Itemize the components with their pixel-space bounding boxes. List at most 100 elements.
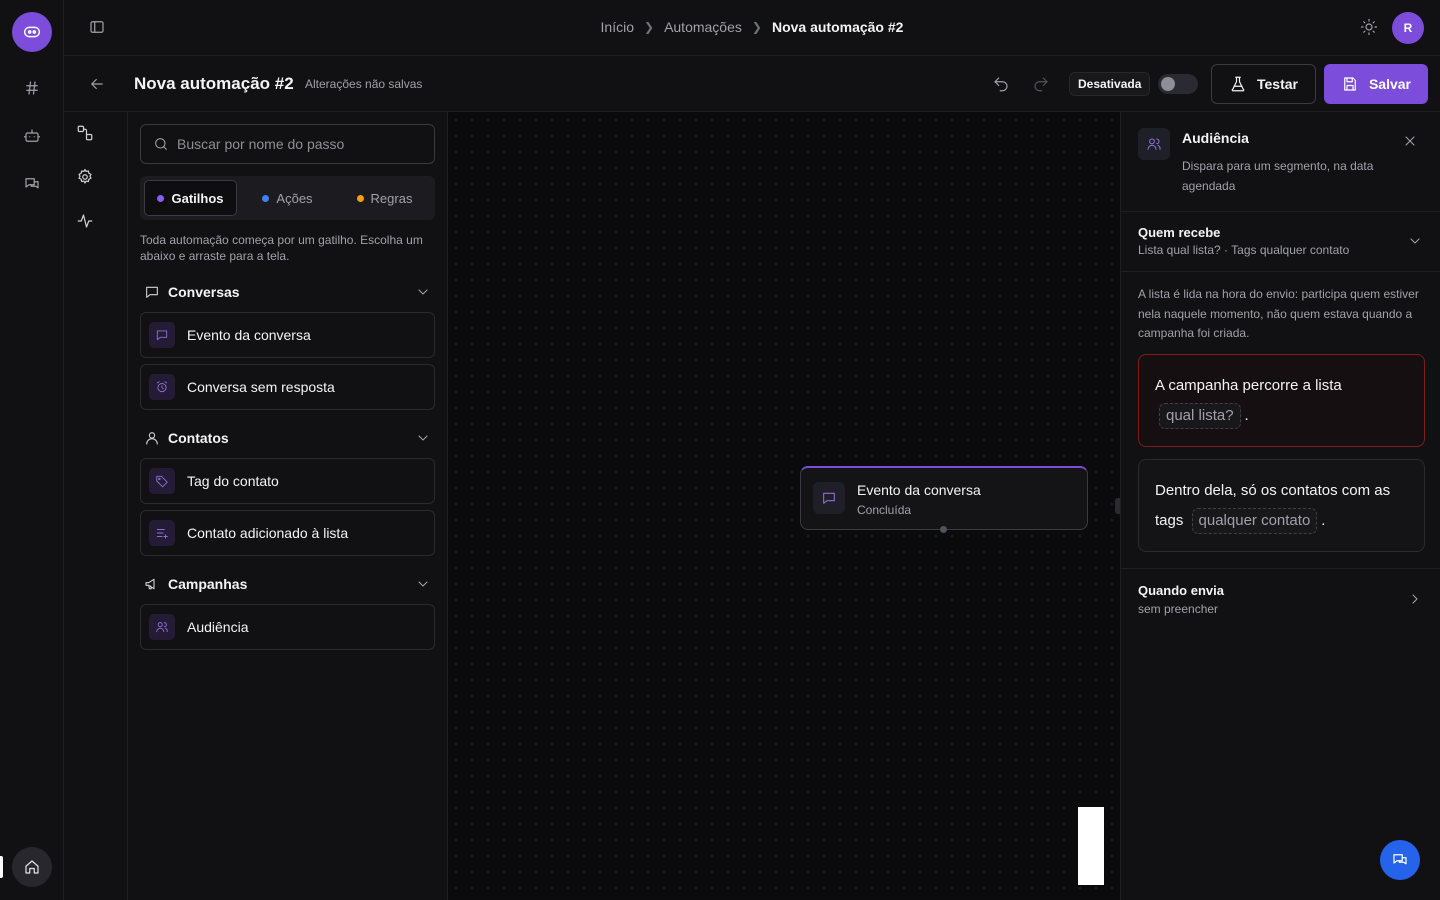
users-icon (1138, 128, 1170, 160)
step-item-label: Tag do contato (187, 473, 279, 489)
step-item-contact-added-to-list[interactable]: Contato adicionado à lista (140, 510, 435, 556)
tab-actions[interactable]: Ações (241, 180, 334, 216)
tab-label: Gatilhos (171, 190, 224, 206)
chevron-right-icon: ❯ (644, 20, 655, 34)
editor-tool-rail (64, 112, 128, 900)
bot-icon[interactable] (20, 124, 44, 148)
step-item-conversation-no-reply[interactable]: Conversa sem resposta (140, 364, 435, 410)
channels-hash-icon[interactable] (20, 76, 44, 100)
details-title: Audiência (1182, 130, 1249, 146)
chevron-down-icon (415, 284, 431, 300)
flask-icon (1231, 76, 1245, 92)
tab-label: Regras (370, 190, 413, 206)
accordion-title: Quando envia (1138, 583, 1224, 598)
breadcrumb: Início ❯ Automações ❯ Nova automação #2 (64, 19, 1440, 35)
settings-gear-icon[interactable] (76, 168, 96, 188)
chat-bubbles-icon (1393, 854, 1407, 865)
support-chat-button[interactable] (1380, 840, 1420, 880)
list-add-icon (149, 520, 175, 546)
step-item-label: Evento da conversa (187, 327, 311, 343)
group-label: Contatos (168, 430, 229, 446)
activity-icon[interactable] (76, 212, 96, 232)
step-item-label: Conversa sem resposta (187, 379, 335, 395)
chevron-right-icon: ❯ (751, 20, 762, 34)
search-icon (153, 136, 169, 152)
breadcrumb-home[interactable]: Início (601, 19, 634, 35)
step-item-contact-tag[interactable]: Tag do contato (140, 458, 435, 504)
test-button[interactable]: Testar (1211, 64, 1316, 104)
chevron-down-icon (415, 576, 431, 592)
flow-nodes-icon[interactable] (76, 124, 96, 144)
save-button-label: Salvar (1368, 76, 1412, 92)
theme-sun-icon[interactable] (1360, 18, 1378, 36)
group-contacts[interactable]: Contatos (140, 426, 435, 450)
group-campaigns[interactable]: Campanhas (140, 572, 435, 596)
tab-triggers[interactable]: Gatilhos (144, 180, 237, 216)
rules-dot (356, 194, 364, 202)
app-logo-icon[interactable] (12, 12, 52, 52)
user-avatar[interactable]: R (1392, 12, 1424, 44)
group-label: Campanhas (168, 576, 248, 592)
triggers-hint: Toda automação começa por um gatilho. Es… (140, 233, 423, 263)
accordion-when-sends[interactable]: Quando envia sem preencher (1121, 568, 1440, 628)
accordion-summary: sem preencher (1138, 602, 1219, 616)
tags-select-chip[interactable]: qualquer contato (1191, 508, 1318, 534)
node-title: Evento da conversa (857, 482, 981, 498)
step-item-audience[interactable]: Audiência (140, 604, 435, 650)
back-arrow-icon[interactable] (88, 75, 106, 93)
step-search (140, 124, 435, 164)
step-item-label: Contato adicionado à lista (187, 525, 349, 541)
details-description: Dispara para um segmento, na data agenda… (1182, 159, 1374, 193)
automation-title[interactable]: Nova automação #2 (134, 74, 294, 94)
status-badge: Desativada (1069, 72, 1151, 96)
triggers-dot (157, 194, 165, 202)
chat-icon (149, 322, 175, 348)
step-search-input[interactable] (177, 125, 427, 163)
list-sentence-card: A campanha percorre a lista qual lista?. (1138, 354, 1425, 447)
users-icon (149, 614, 175, 640)
steps-panel: Gatilhos Ações Regras Toda automação com… (128, 112, 448, 900)
group-conversations[interactable]: Conversas (140, 280, 435, 304)
flow-canvas[interactable]: Evento da conversa Concluída (448, 112, 1123, 900)
list-select-chip[interactable]: qual lista? (1159, 403, 1241, 429)
tab-label: Ações (276, 190, 313, 206)
home-icon[interactable] (12, 847, 52, 887)
actions-dot (262, 194, 270, 202)
node-output-handle[interactable] (940, 526, 947, 533)
step-item-label: Audiência (187, 619, 249, 635)
accordion-summary: Lista qual lista? · Tags qualquer contat… (1138, 243, 1350, 257)
unsaved-status: Alterações não salvas (305, 77, 423, 91)
top-bar: Início ❯ Automações ❯ Nova automação #2 … (64, 0, 1440, 56)
step-item-conversation-event[interactable]: Evento da conversa (140, 312, 435, 358)
group-label: Conversas (168, 284, 240, 300)
chevron-right-icon (1407, 591, 1423, 607)
activation-toggle[interactable] (1158, 74, 1198, 94)
chat-icon (813, 482, 845, 514)
app-rail (0, 0, 64, 900)
toggle-knob (1161, 77, 1175, 91)
redo-icon[interactable] (1032, 75, 1050, 93)
list-sentence-text: A campanha percorre a lista (1155, 377, 1342, 394)
breadcrumb-current: Nova automação #2 (771, 19, 904, 35)
node-subtitle: Concluída (857, 503, 912, 517)
active-indicator (0, 856, 3, 878)
close-icon[interactable] (1402, 133, 1418, 149)
editor-header: Nova automação #2 Alterações não salvas … (64, 56, 1440, 112)
list-sentence-end: . (1244, 407, 1249, 424)
tab-rules[interactable]: Regras (338, 180, 431, 216)
canvas-minimap[interactable] (1078, 807, 1104, 885)
step-details-panel: Audiência Dispara para um segmento, na d… (1120, 112, 1440, 900)
list-explanation: A lista é lida na hora do envio: partici… (1138, 287, 1419, 340)
tags-sentence-card: Dentro dela, só os contatos com as tags … (1138, 459, 1425, 552)
accordion-who-receives[interactable]: Quem recebe Lista qual lista? · Tags qua… (1121, 212, 1440, 272)
save-icon (1344, 77, 1356, 91)
flow-node-conversation-event[interactable]: Evento da conversa Concluída (800, 466, 1088, 533)
undo-icon[interactable] (992, 75, 1010, 93)
save-button[interactable]: Salvar (1324, 64, 1428, 104)
messages-icon[interactable] (20, 172, 44, 196)
step-type-tabs: Gatilhos Ações Regras (140, 176, 435, 220)
test-button-label: Testar (1257, 76, 1298, 92)
megaphone-icon (144, 576, 160, 592)
chevron-down-icon (415, 430, 431, 446)
breadcrumb-automations[interactable]: Automações (664, 19, 742, 35)
